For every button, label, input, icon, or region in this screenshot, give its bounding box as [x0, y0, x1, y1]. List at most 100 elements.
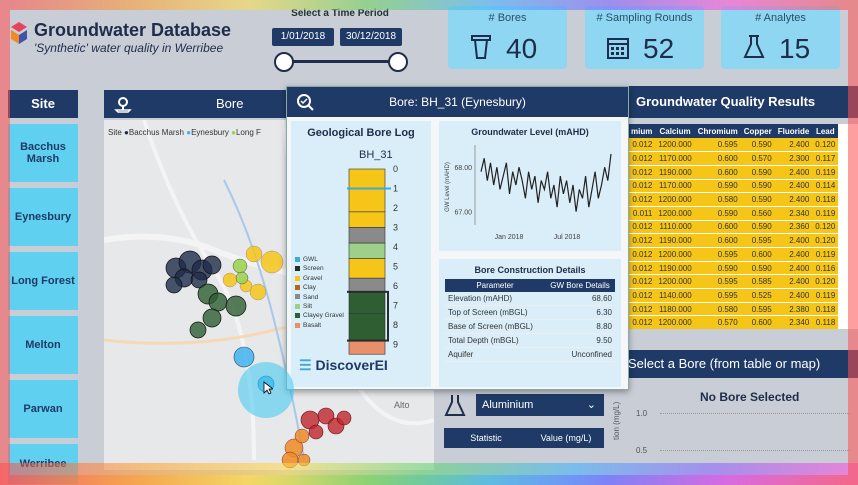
table-cell[interactable]: 2.340	[774, 206, 813, 221]
table-cell[interactable]: 0.590	[740, 179, 775, 194]
table-row[interactable]: 0.012 1140.000 0.595 0.525 2.400 0.119	[628, 288, 839, 303]
table-cell[interactable]: 0.595	[740, 302, 775, 317]
table-cell[interactable]: 1170.000	[655, 179, 695, 194]
table-cell[interactable]: 2.400	[774, 261, 813, 276]
start-date-field[interactable]: 1/01/2018	[272, 28, 334, 46]
table-cell[interactable]: 0.012	[628, 261, 656, 276]
table-row[interactable]: 0.012 1190.000 0.600 0.590 2.400 0.119	[628, 165, 839, 180]
table-cell[interactable]: 0.600	[694, 151, 741, 166]
table-cell[interactable]: 0.012	[628, 302, 656, 317]
table-cell[interactable]: 2.400	[774, 274, 813, 290]
site-button-parwan[interactable]: Parwan	[8, 380, 78, 438]
table-cell[interactable]: 0.595	[694, 274, 741, 290]
table-cell[interactable]: 2.360	[774, 220, 813, 235]
table-cell[interactable]: 0.590	[740, 261, 775, 276]
results-col-header[interactable]: Calcium	[655, 124, 695, 138]
table-cell[interactable]: 2.400	[774, 192, 813, 207]
site-button-long-forest[interactable]: Long Forest	[8, 252, 78, 310]
table-cell[interactable]: 2.400	[774, 247, 813, 262]
table-cell[interactable]: 1190.000	[655, 165, 695, 180]
table-cell[interactable]: 0.120	[812, 138, 839, 153]
table-cell[interactable]: 0.012	[628, 138, 656, 153]
table-cell[interactable]: 1170.000	[655, 151, 695, 166]
table-cell[interactable]: 0.525	[740, 288, 775, 303]
table-cell[interactable]: 0.595	[694, 138, 741, 153]
results-table[interactable]: mium Calcium Chromium Copper Fluoride Lead 0.…	[628, 124, 858, 329]
start-slider-handle[interactable]	[274, 52, 294, 72]
table-cell[interactable]: 0.011	[628, 206, 656, 221]
table-cell[interactable]: 0.119	[812, 165, 839, 180]
time-period-slicer[interactable]: Select a Time Period 1/01/2018 30/12/201…	[256, 8, 424, 74]
table-cell[interactable]: 0.600	[740, 247, 775, 262]
table-row[interactable]: 0.012 1170.000 0.590 0.590 2.400 0.114	[628, 179, 839, 194]
table-cell[interactable]: 2.400	[774, 233, 813, 248]
table-cell[interactable]: 0.012	[628, 288, 656, 303]
table-cell[interactable]: 2.400	[774, 138, 813, 153]
table-cell[interactable]: 0.570	[740, 151, 775, 166]
table-cell[interactable]: 2.300	[774, 151, 813, 166]
table-row[interactable]: 0.012 1200.000 0.595 0.600 2.400 0.119	[628, 247, 839, 262]
table-cell[interactable]: 0.114	[812, 179, 839, 194]
table-cell[interactable]: 0.590	[740, 138, 775, 153]
table-row[interactable]: 0.012 1200.000 0.595 0.590 2.400 0.120	[628, 138, 839, 153]
table-cell[interactable]: 0.118	[812, 302, 839, 317]
table-cell[interactable]: 2.400	[774, 165, 813, 180]
table-cell[interactable]: 0.120	[812, 220, 839, 235]
table-cell[interactable]: 0.118	[812, 192, 839, 207]
table-cell[interactable]: 0.590	[694, 179, 741, 194]
date-slider-track[interactable]	[282, 60, 398, 63]
table-row[interactable]: 0.012 1190.000 0.600 0.595 2.400 0.120	[628, 233, 839, 248]
table-cell[interactable]: 2.400	[774, 288, 813, 303]
table-cell[interactable]: 0.580	[694, 192, 741, 207]
table-row[interactable]: 0.012 1170.000 0.600 0.570 2.300 0.117	[628, 151, 839, 166]
table-cell[interactable]: 1200.000	[655, 206, 695, 221]
table-cell[interactable]: 2.380	[774, 302, 813, 317]
table-cell[interactable]: 0.600	[740, 315, 775, 329]
table-cell[interactable]: 0.012	[628, 233, 656, 248]
site-button-eynesbury[interactable]: Eynesbury	[8, 188, 78, 246]
site-button-werribee[interactable]: Werribee	[8, 444, 78, 484]
results-grid[interactable]: mium Calcium Chromium Copper Fluoride Lead 0.…	[628, 124, 839, 329]
table-cell[interactable]: 0.012	[628, 165, 656, 180]
table-cell[interactable]: 0.600	[694, 220, 741, 235]
table-cell[interactable]: 1200.000	[655, 274, 695, 290]
table-cell[interactable]: 0.585	[740, 274, 775, 290]
table-cell[interactable]: 0.590	[694, 261, 741, 276]
table-cell[interactable]: 1180.000	[655, 302, 695, 317]
table-cell[interactable]: 1200.000	[655, 247, 695, 262]
table-row[interactable]: 0.011 1200.000 0.590 0.560 2.340 0.119	[628, 206, 839, 221]
table-cell[interactable]: 0.600	[694, 165, 741, 180]
table-row[interactable]: 0.012 1200.000 0.595 0.585 2.400 0.120	[628, 274, 839, 290]
table-cell[interactable]: 0.570	[694, 315, 741, 329]
table-cell[interactable]: 0.120	[812, 233, 839, 248]
table-cell[interactable]: 0.118	[812, 315, 839, 329]
table-cell[interactable]: 0.012	[628, 315, 656, 329]
table-cell[interactable]: 0.117	[812, 151, 839, 166]
table-cell[interactable]: 0.012	[628, 220, 656, 235]
table-row[interactable]: 0.012 1190.000 0.590 0.590 2.400 0.116	[628, 261, 839, 276]
table-cell[interactable]: 0.116	[812, 261, 839, 276]
site-button-bacchus-marsh[interactable]: Bacchus Marsh	[8, 124, 78, 182]
table-cell[interactable]: 0.560	[740, 206, 775, 221]
table-cell[interactable]: 0.595	[740, 233, 775, 248]
table-cell[interactable]: 0.590	[694, 206, 741, 221]
table-cell[interactable]: 1200.000	[655, 315, 695, 329]
analyte-dropdown[interactable]: Aluminium ⌄	[476, 394, 604, 416]
table-row[interactable]: 0.012 1200.000 0.570 0.600 2.340 0.118	[628, 315, 839, 329]
results-col-header[interactable]: Copper	[740, 124, 775, 138]
table-cell[interactable]: 0.590	[740, 192, 775, 207]
table-cell[interactable]: 0.012	[628, 179, 656, 194]
table-cell[interactable]: 0.119	[812, 288, 839, 303]
site-button-melton[interactable]: Melton	[8, 316, 78, 374]
table-cell[interactable]: 0.012	[628, 247, 656, 262]
results-col-header[interactable]: Lead	[812, 124, 839, 138]
table-cell[interactable]: 0.012	[628, 274, 656, 290]
table-cell[interactable]: 0.120	[812, 274, 839, 290]
table-cell[interactable]: 0.590	[740, 165, 775, 180]
table-cell[interactable]: 1200.000	[655, 138, 695, 153]
table-row[interactable]: 0.012 1180.000 0.580 0.595 2.380 0.118	[628, 302, 839, 317]
table-row[interactable]: 0.012 1200.000 0.580 0.590 2.400 0.118	[628, 192, 839, 207]
table-cell[interactable]: 0.595	[694, 288, 741, 303]
table-cell[interactable]: 0.600	[694, 233, 741, 248]
table-cell[interactable]: 0.590	[740, 220, 775, 235]
